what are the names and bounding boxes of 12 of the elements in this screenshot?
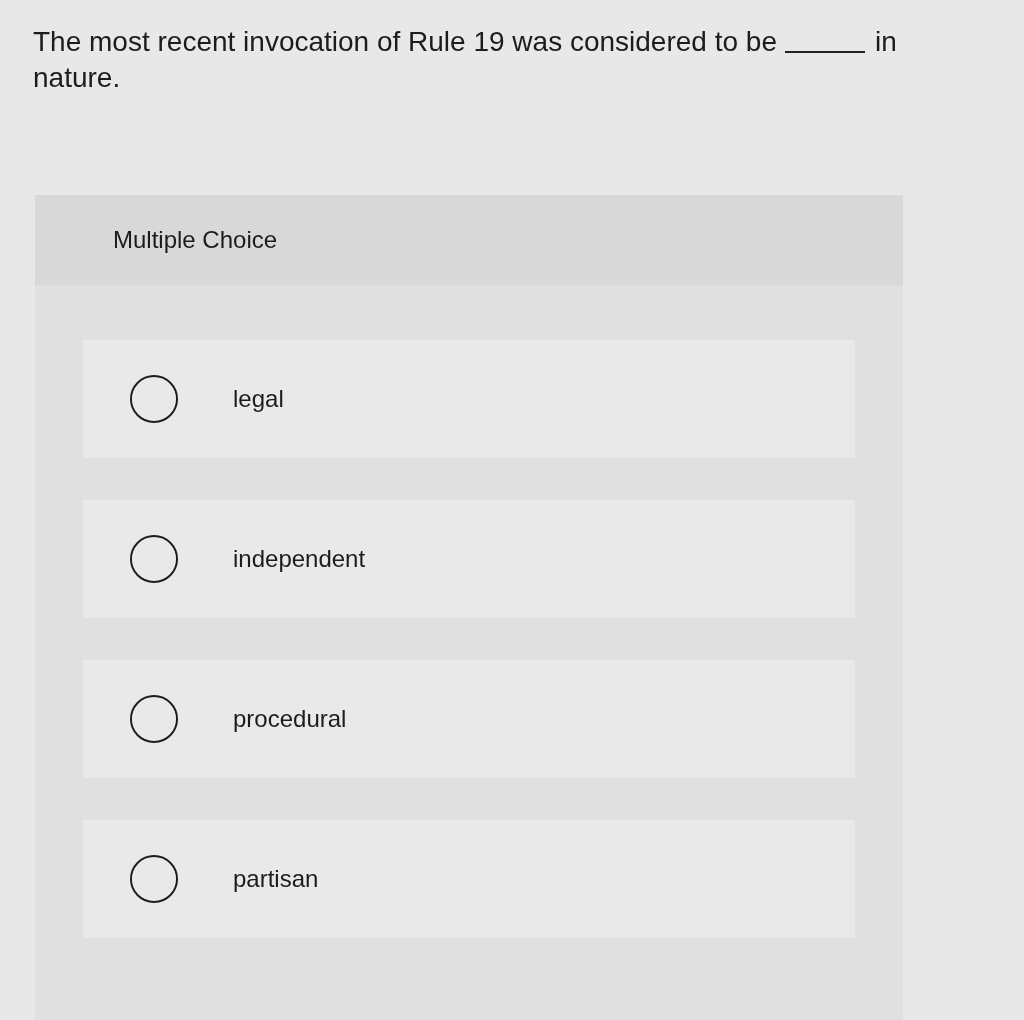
question-type-label: Multiple Choice (113, 225, 278, 255)
radio-button[interactable] (130, 855, 178, 903)
answer-option[interactable]: procedural (83, 660, 855, 778)
question-text: in (874, 25, 897, 59)
answer-option[interactable]: independent (83, 500, 855, 618)
question-text: nature. (33, 61, 121, 95)
radio-button[interactable] (130, 375, 178, 423)
answer-option[interactable]: partisan (83, 820, 855, 938)
question-text: The most recent invocation of Rule 19 was considered to be (33, 25, 777, 59)
answer-option[interactable]: legal (83, 340, 855, 458)
radio-button[interactable] (130, 695, 178, 743)
radio-button[interactable] (130, 535, 178, 583)
